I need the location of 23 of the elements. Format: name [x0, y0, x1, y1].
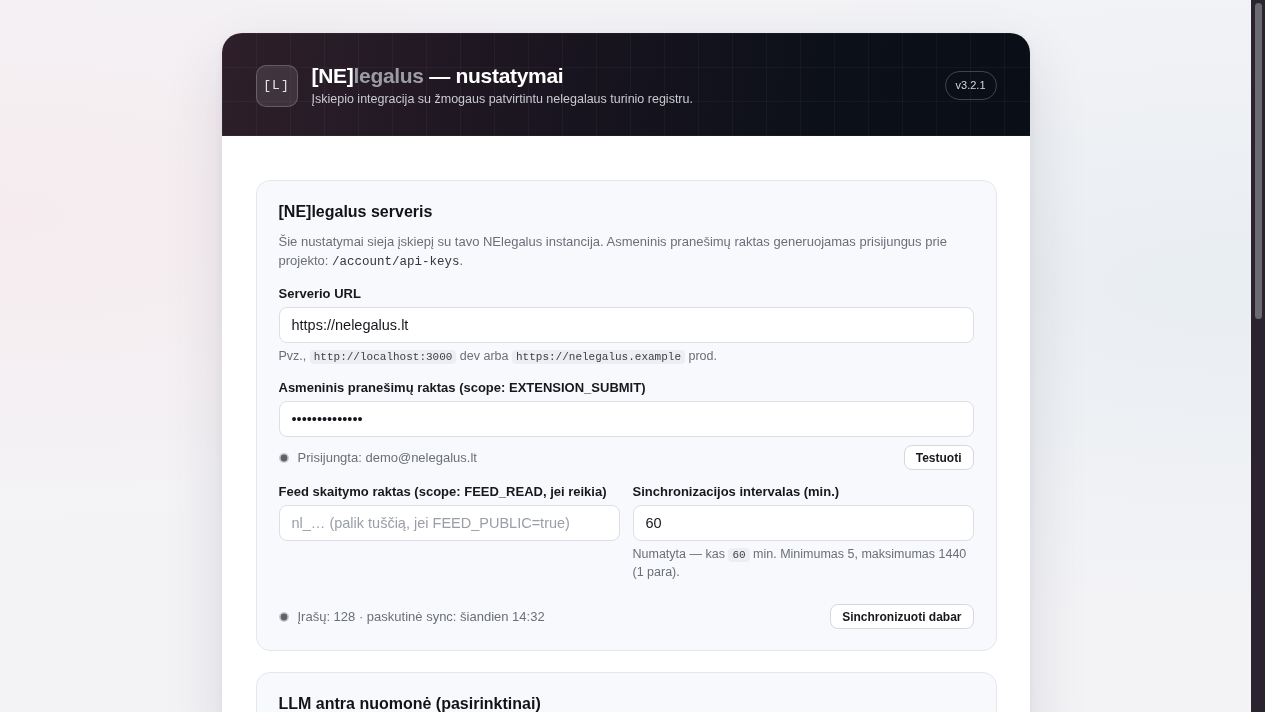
status-dot-icon [278, 611, 289, 622]
field-label: Serverio URL [278, 285, 361, 303]
status-text: Įrašų: 128 · paskutinė sync: šiandien 14:32 [297, 607, 545, 626]
status-dot-icon [278, 452, 289, 463]
field-label: Asmeninis pranešimų raktas (scope: EXTENSION_SUBMIT) [278, 379, 646, 397]
status-text: Prisijungta: demo@nelegalus.lt [297, 448, 477, 467]
input-field[interactable]: 60 [632, 505, 974, 541]
scrollbar-thumb[interactable] [1254, 3, 1262, 319]
input-field[interactable]: https://nelegalus.lt [278, 307, 974, 343]
section-title: [NE]legalus serveris [278, 202, 434, 222]
field-hint: Pvz., http://localhost:3000 dev arba https://nelegalus.example prod. [278, 348, 718, 366]
field-label: Sinchronizacijos intervalas (min.) [632, 483, 840, 501]
app-title: [NE]legalus — nustatymai [311, 64, 564, 88]
app-logo: [L] [255, 64, 298, 107]
app-subtitle: Įskiepio integracija su žmogaus patvirtintu nelegalaus turinio registru. [311, 91, 693, 107]
action-button[interactable]: Testuoti [903, 445, 974, 470]
input-field[interactable]: •••••••••••••• [278, 401, 974, 437]
action-button[interactable]: Sinchronizuoti dabar [830, 604, 974, 629]
field-hint: Numatyta — kas 60 min. Minimumas 5, maksimumas 1440 (1 para). [632, 546, 968, 581]
section-title: LLM antra nuomonė (pasirinktinai) [278, 694, 542, 712]
section-description: Šie nustatymai sieja įskiepį su tavo NElegalus instancija. Asmeninis pranešimų raktas generuojamas prisijungus prie projekto: /account/api-keys. [278, 233, 948, 271]
field-label: Feed skaitymo raktas (scope: FEED_READ, jei reikia) [278, 483, 607, 501]
input-field[interactable]: nl_… (palik tuščią, jei FEED_PUBLIC=true) [278, 505, 620, 541]
